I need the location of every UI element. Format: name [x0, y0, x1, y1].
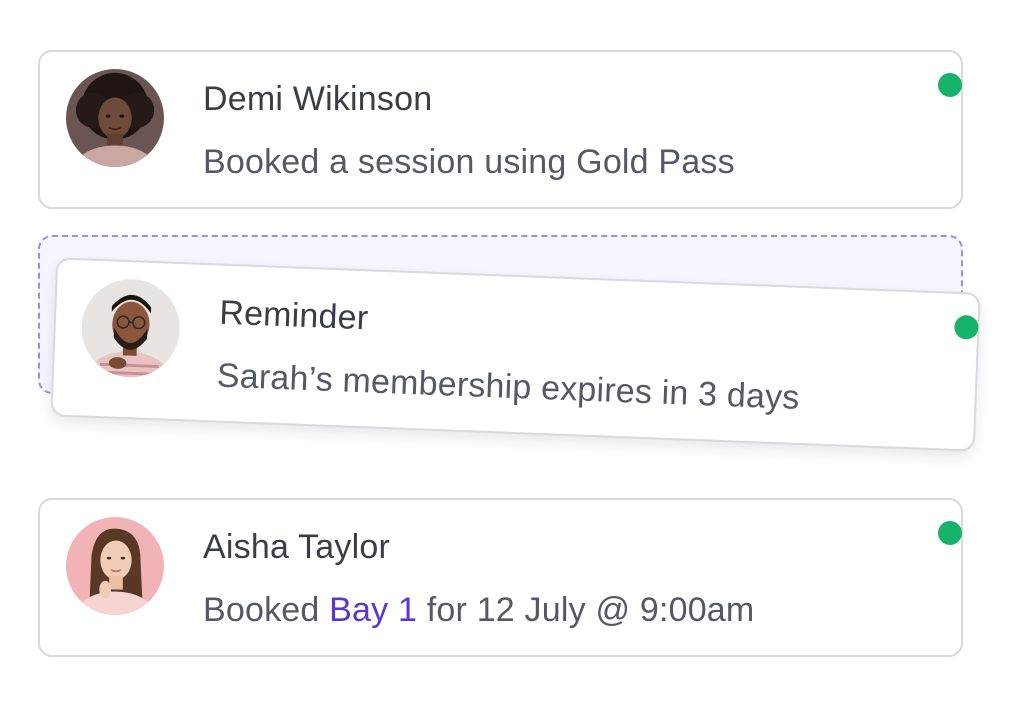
avatar	[66, 69, 164, 167]
person-avatar-icon	[66, 517, 164, 615]
avatar	[66, 517, 164, 615]
notification-title: Demi Wikinson	[203, 80, 433, 118]
notification-message: Booked a session using Gold Pass	[203, 143, 735, 181]
online-status-indicator	[953, 314, 979, 340]
notification-card-aisha[interactable]: Aisha Taylor Booked Bay 1 for 12 July @ …	[38, 498, 963, 657]
message-text: Booked	[203, 591, 330, 629]
notification-message: Booked Bay 1 for 12 July @ 9:00am	[203, 591, 754, 630]
person-avatar-icon	[79, 277, 182, 380]
online-status-indicator	[938, 73, 962, 97]
notification-title: Reminder	[218, 293, 370, 338]
message-text: for 12 July @ 9:00am	[417, 591, 755, 629]
notification-message: Sarah’s membership expires in 3 days	[216, 356, 801, 417]
notification-card-reminder[interactable]: Reminder Sarah’s membership expires in 3…	[50, 257, 981, 452]
notification-feed: Demi Wikinson Booked a session using Gol…	[0, 0, 1016, 725]
avatar	[79, 277, 182, 380]
notification-card-demi[interactable]: Demi Wikinson Booked a session using Gol…	[38, 50, 963, 209]
notification-title: Aisha Taylor	[203, 528, 390, 566]
person-avatar-icon	[66, 69, 164, 167]
online-status-indicator	[938, 521, 962, 545]
bay-link[interactable]: Bay 1	[329, 591, 417, 629]
